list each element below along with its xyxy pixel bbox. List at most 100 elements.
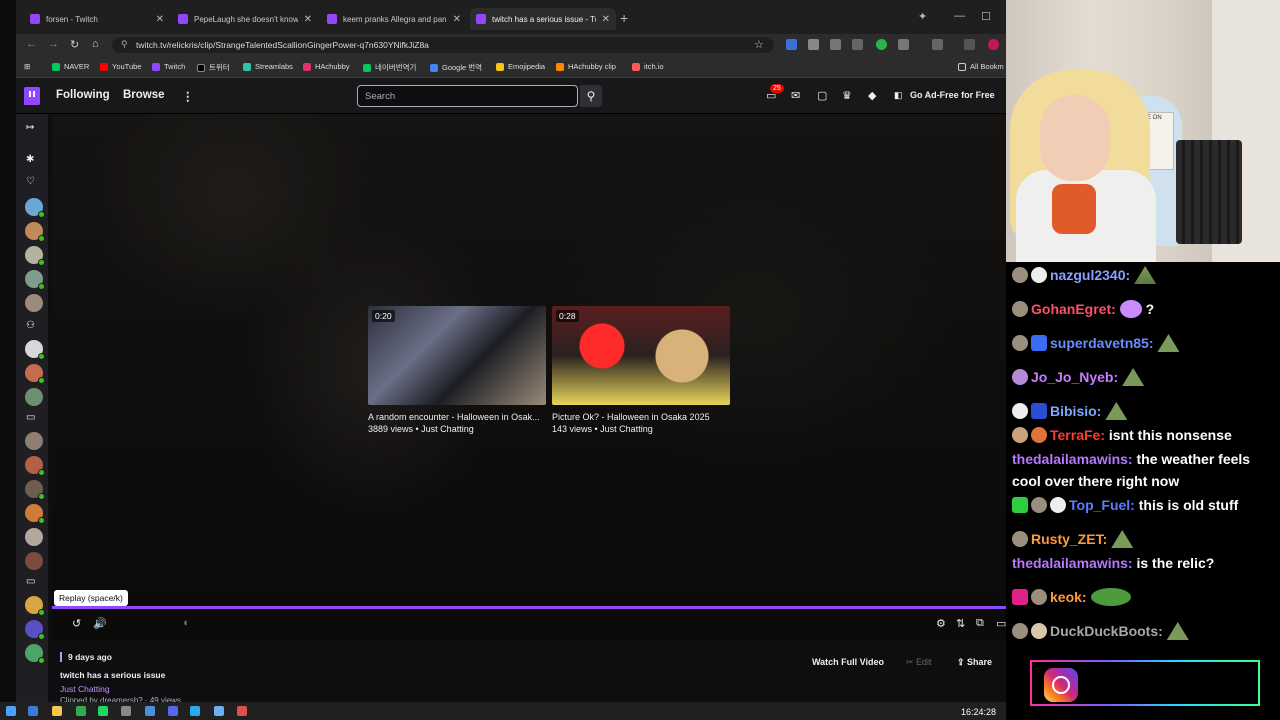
go-ad-free-button[interactable]: Go Ad-Free for Free	[910, 90, 995, 100]
bookmark-itchio[interactable]: itch.io	[632, 62, 664, 71]
start-menu-icon[interactable]	[6, 706, 16, 716]
settings-gear-icon[interactable]: ⚙	[936, 617, 946, 630]
maximize-icon[interactable]: ☐	[981, 10, 991, 23]
browser-tab[interactable]: keem pranks Allegra and pan ✕	[321, 8, 467, 30]
close-tab-icon[interactable]: ✕	[602, 14, 610, 25]
apps-grid-icon[interactable]: ⊞	[24, 62, 30, 71]
telegram-icon[interactable]	[190, 706, 200, 716]
taskbar-app-icon[interactable]	[214, 706, 224, 716]
channel-avatar[interactable]	[25, 246, 45, 266]
bookmark-youtube[interactable]: YouTube	[100, 62, 141, 71]
more-options-icon[interactable]: ⋮	[182, 89, 194, 103]
clip-thumbnail[interactable]: 0:20	[368, 306, 546, 405]
replay-icon[interactable]: ↺	[72, 617, 81, 630]
browser-tab-active[interactable]: twitch has a serious issue - Twit ✕	[470, 8, 616, 30]
bookmark-streamlabs[interactable]: Streamlabs	[243, 62, 293, 71]
home-icon[interactable]: ⌂	[92, 38, 99, 50]
picture-in-picture-icon[interactable]: ⧉	[976, 617, 984, 630]
bookmark-twitch[interactable]: Twitch	[152, 62, 185, 71]
channel-avatar[interactable]	[25, 644, 45, 664]
gem-icon[interactable]: ◆	[868, 89, 876, 102]
taskbar-app-icon[interactable]	[98, 706, 108, 716]
channel-avatar[interactable]	[25, 432, 43, 450]
close-tab-icon[interactable]: ✕	[304, 14, 312, 25]
user-icon[interactable]: ⚇	[26, 320, 35, 331]
channel-avatar[interactable]	[25, 620, 45, 640]
channel-avatar[interactable]	[25, 504, 45, 524]
clip-thumbnail[interactable]: 0:28	[552, 306, 730, 405]
taskbar-app-icon[interactable]	[28, 706, 38, 716]
discord-icon[interactable]	[168, 706, 178, 716]
close-tab-icon[interactable]: ✕	[453, 14, 461, 25]
reload-icon[interactable]: ↻	[70, 38, 79, 51]
chrome-icon[interactable]	[76, 706, 86, 716]
video-icon[interactable]: ▭	[26, 576, 35, 587]
minimize-icon[interactable]: —	[954, 10, 965, 22]
bookmark-hachubby-clip[interactable]: HAchubby clip	[556, 62, 616, 71]
bookmark-star-icon[interactable]: ☆	[754, 38, 764, 51]
channel-avatar[interactable]	[25, 222, 45, 242]
site-info-icon[interactable]: ⚲	[121, 39, 128, 50]
followed-heart-icon[interactable]: ♡	[26, 176, 35, 187]
channel-avatar[interactable]	[25, 294, 43, 312]
taskbar-app-icon[interactable]	[237, 706, 247, 716]
recommended-clip[interactable]: 0:28 Picture Ok? - Halloween in Osaka 20…	[552, 306, 730, 434]
close-tab-icon[interactable]: ✕	[156, 14, 164, 25]
following-link[interactable]: Following	[56, 89, 110, 101]
back-icon[interactable]: ←	[26, 38, 37, 50]
bookmark-hachubby[interactable]: HAchubby	[303, 62, 350, 71]
bookmark-twitter[interactable]: 트위터	[197, 62, 230, 73]
chat-bubble-icon[interactable]: ▢	[817, 89, 827, 102]
crown-icon[interactable]: ♛	[842, 89, 852, 102]
url-field[interactable]: ⚲ twitch.tv/relickris/clip/StrangeTalent…	[112, 37, 774, 53]
search-icon[interactable]: ⚲	[580, 85, 602, 107]
all-bookmarks-folder[interactable]: All Bookm	[958, 62, 1004, 71]
video-icon[interactable]: ▭	[26, 412, 35, 423]
extension-icon[interactable]	[830, 39, 841, 50]
search-input[interactable]: Search	[357, 85, 578, 107]
volume-icon[interactable]: 🔊	[93, 617, 107, 630]
taskbar-app-icon[interactable]	[145, 706, 155, 716]
channel-avatar[interactable]	[25, 340, 45, 360]
bookmark-naver[interactable]: NAVER	[52, 62, 89, 71]
channel-avatar[interactable]	[25, 596, 45, 616]
extension-icon[interactable]	[808, 39, 819, 50]
taskbar-app-icon[interactable]	[121, 706, 131, 716]
twitch-logo-icon[interactable]	[24, 87, 40, 105]
bookmark-google-translate[interactable]: Google 번역	[430, 62, 482, 73]
whispers-icon[interactable]: ✉	[791, 89, 800, 102]
assistant-icon[interactable]: ✦	[918, 10, 927, 23]
extensions-puzzle-icon[interactable]	[898, 39, 909, 50]
channel-avatar[interactable]	[25, 388, 43, 406]
channel-avatar[interactable]	[25, 552, 43, 570]
extension-icon[interactable]	[876, 39, 887, 50]
channel-avatar[interactable]	[25, 480, 45, 500]
profile-avatar[interactable]	[988, 39, 999, 50]
channel-avatar[interactable]	[25, 198, 45, 218]
bookmark-emojipedia[interactable]: Emojipedia	[496, 62, 545, 71]
expand-sidebar-icon[interactable]: ↦	[26, 122, 34, 133]
extension-icon[interactable]	[786, 39, 797, 50]
bookmark-naver-translate[interactable]: 네이버번역기	[363, 62, 416, 73]
channel-avatar[interactable]	[25, 270, 45, 290]
browse-link[interactable]: Browse	[123, 89, 165, 101]
file-explorer-icon[interactable]	[52, 706, 62, 716]
new-tab-icon[interactable]: +	[620, 10, 628, 26]
channel-avatar[interactable]	[25, 364, 45, 384]
clip-title[interactable]: A random encounter - Halloween in Osak..…	[368, 412, 546, 422]
browser-tab[interactable]: forsen - Twitch ✕	[24, 8, 170, 30]
share-button[interactable]: ⇪ Share	[953, 654, 996, 671]
volume-slider-handle[interactable]: ◖	[182, 617, 189, 629]
clip-player[interactable]: 0:20 A random encounter - Halloween in O…	[52, 114, 1006, 640]
recommended-icon[interactable]: ✱	[26, 154, 34, 165]
channel-avatar[interactable]	[25, 528, 43, 546]
extension-icon[interactable]	[852, 39, 863, 50]
forward-icon[interactable]: →	[48, 38, 59, 50]
category-link[interactable]: Just Chatting	[60, 684, 110, 694]
clip-tools-icon[interactable]: ⇅	[956, 617, 965, 630]
playback-progress-bar[interactable]	[52, 606, 1006, 609]
theatre-mode-icon[interactable]: ▭	[996, 617, 1006, 630]
edit-button[interactable]: ✂ Edit	[902, 654, 936, 671]
watch-full-video-button[interactable]: Watch Full Video	[806, 654, 890, 670]
clip-title[interactable]: Picture Ok? - Halloween in Osaka 2025	[552, 412, 730, 422]
